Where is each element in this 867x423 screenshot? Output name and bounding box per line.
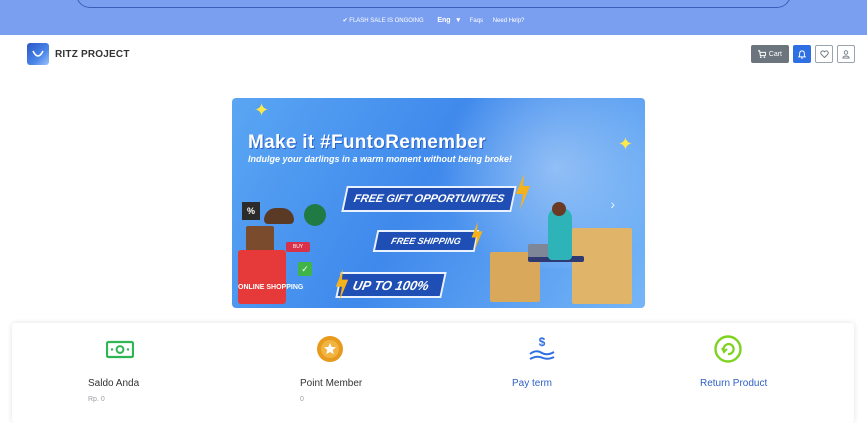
hand-dollar-icon: $ [529,335,555,360]
lightning-icon [471,222,483,250]
medal-icon [317,336,343,362]
feature-strip: Saldo Anda Rp. 0 Point Member 0 $ Pay te… [12,323,854,423]
account-button[interactable] [837,45,855,63]
cart-button[interactable]: Cart [750,45,789,63]
top-announcement-bar: ✔ FLASH SALE IS ONGOING Eng ▾ Faqs Need … [0,0,867,35]
feature-title: Pay term [512,378,553,389]
need-help-link[interactable]: Need Help? [493,18,525,24]
banner-subheadline: Indulge your darlings in a warm moment w… [248,154,513,164]
sparkle-icon: ✦ [617,134,633,154]
notification-button[interactable] [793,45,811,63]
shopping-bag-illustration [238,250,286,304]
laptop-illustration [528,244,550,257]
feature-title: Saldo Anda [88,378,140,389]
feature-value: 0 [300,396,304,403]
search-pill-outline [76,0,791,8]
cart-label: Cart [768,50,782,58]
chevron-right-icon[interactable]: › [610,196,615,212]
person-head-illustration [552,202,566,216]
banner-headline: Make it #FuntoRemember [248,132,486,153]
return-icon [714,335,742,363]
feature-title: Return Product [700,378,768,389]
tag-free-gift: FREE GIFT OPPORTUNITIES [341,186,517,212]
percent-badge: % [242,202,260,220]
feature-value: Rp. 0 [88,396,105,403]
promo-banner[interactable]: ✦ ✦ Make it #FuntoRemember Indulge your … [232,98,645,308]
tag-up-to-100: UP TO 100% [335,272,447,298]
language-label: Eng [437,17,451,24]
speech-bubble-illustration [304,204,326,226]
boxes-illustration [572,228,632,304]
buy-tag: BUY [286,242,310,252]
tag-free-shipping: FREE SHIPPING [372,230,480,252]
brand-logo-icon [27,43,49,65]
feature-return-product[interactable]: Return Product [700,323,867,423]
cart-icon [757,50,766,58]
feature-saldo[interactable]: Saldo Anda Rp. 0 [88,323,298,423]
feature-title: Point Member [300,378,363,389]
feature-point-member[interactable]: Point Member 0 [300,323,510,423]
flash-sale-text: ✔ FLASH SALE IS ONGOING [342,18,424,24]
language-selector[interactable]: Eng ▾ [433,17,460,24]
user-icon [842,49,850,59]
heart-icon [819,50,829,58]
brand-name: RITZ PROJECT [55,48,130,60]
money-icon [106,340,134,359]
sparkle-icon: ✦ [254,100,270,120]
brand-link[interactable]: RITZ PROJECT [27,43,130,65]
faqs-link[interactable]: Faqs [470,18,483,24]
navbar: RITZ PROJECT Cart [0,35,867,79]
wishlist-button[interactable] [815,45,833,63]
topbar-links: ✔ FLASH SALE IS ONGOING Eng ▾ Faqs Need … [0,16,867,24]
hat-illustration [264,208,294,224]
lightning-icon [335,269,349,301]
svg-text:$: $ [539,335,546,349]
nav-actions: Cart [750,45,855,63]
bell-icon [798,49,806,59]
check-icon: ✓ [298,262,312,276]
lightning-icon [516,174,530,210]
online-shopping-text: ONLINE SHOPPING [238,284,304,291]
feature-pay-term[interactable]: $ Pay term [500,323,710,423]
